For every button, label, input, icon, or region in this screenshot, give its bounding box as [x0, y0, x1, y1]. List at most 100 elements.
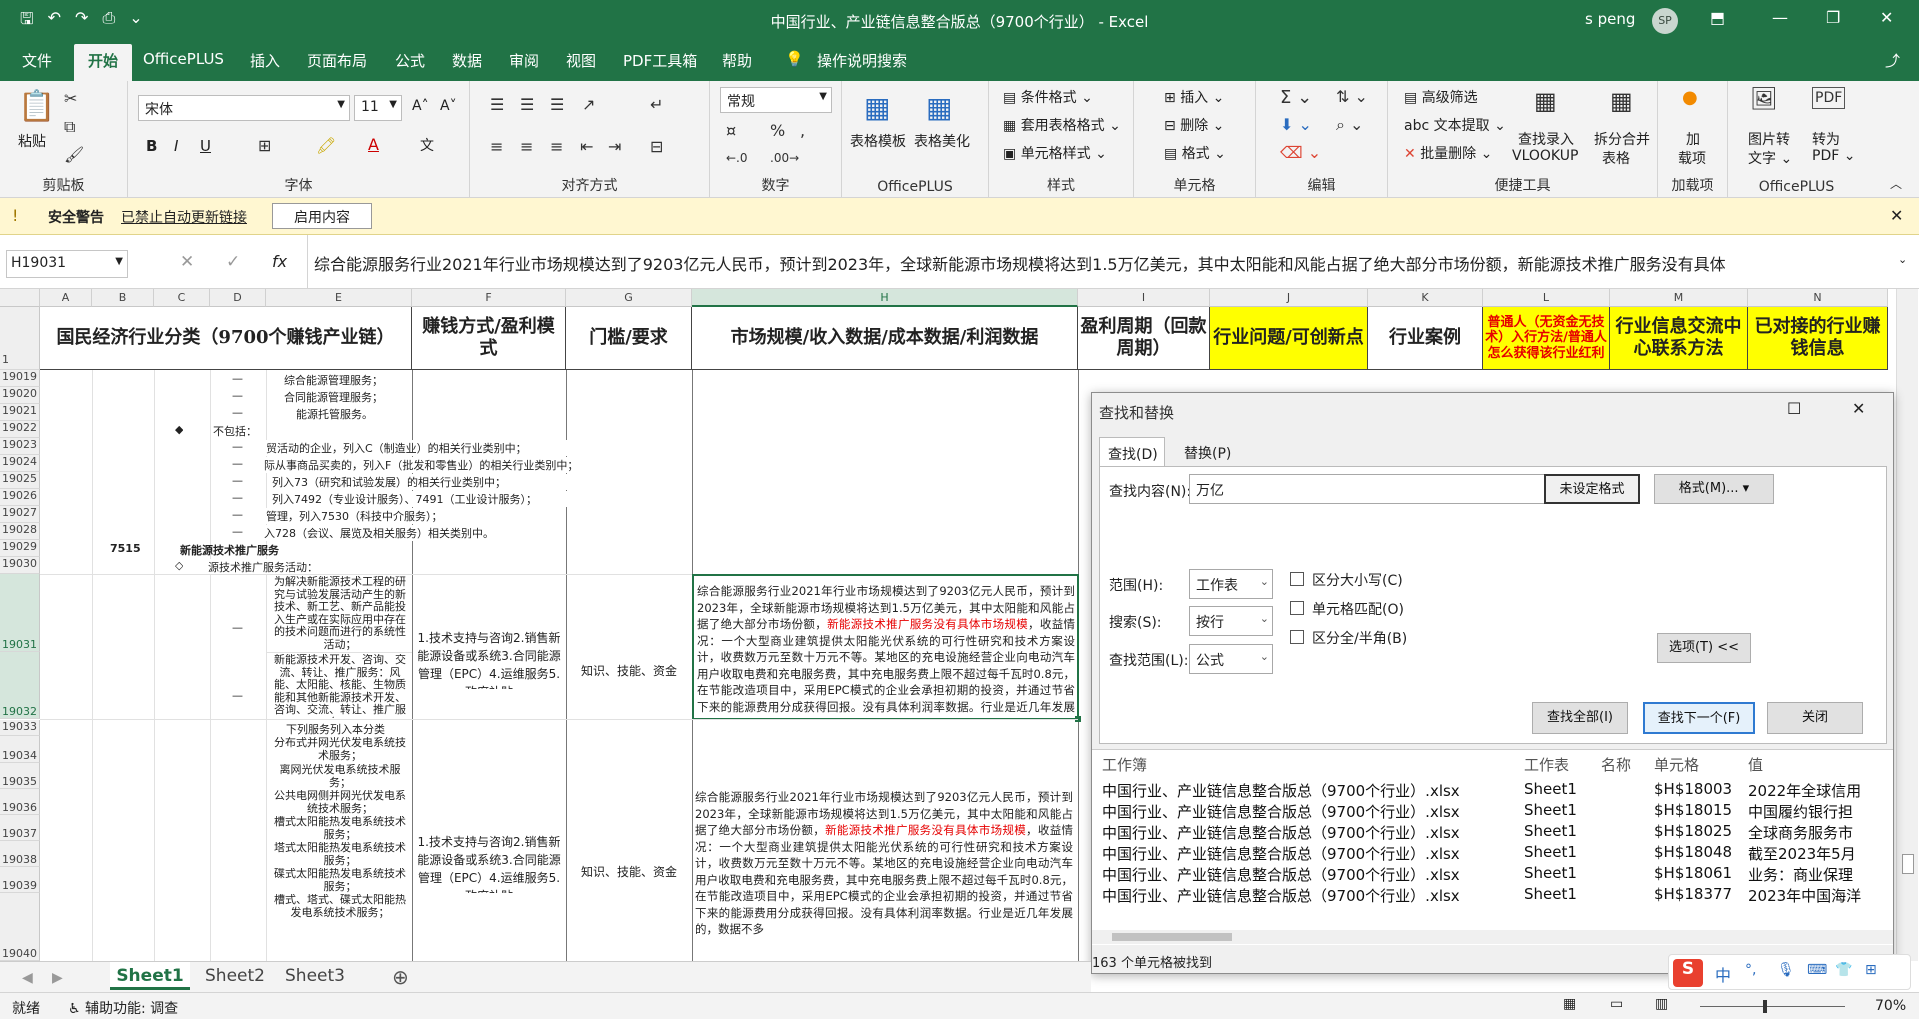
zoom-level[interactable]: 70% [1875, 998, 1906, 1014]
row-header-1[interactable]: 1 [0, 307, 40, 370]
row-header[interactable]: 19024 [0, 455, 40, 472]
sort-filter-icon[interactable]: ⇅ ⌄ [1336, 87, 1368, 106]
increase-indent-icon[interactable]: ⇥ [608, 137, 621, 156]
col-header-d[interactable]: D [210, 289, 266, 307]
close-button[interactable]: 关闭 [1767, 702, 1863, 734]
tab-review[interactable]: 审阅 [509, 50, 539, 71]
batch-delete-button[interactable]: ✕ 批量删除 ⌄ [1404, 143, 1492, 163]
increase-decimal-icon[interactable]: ←.0 [726, 151, 748, 165]
cell-dash[interactable]: — [232, 508, 243, 521]
to-pdf-label2[interactable]: PDF ⌄ [1812, 148, 1855, 164]
currency-icon[interactable]: ¤ [726, 121, 736, 140]
find-select-icon[interactable]: ⌕ ⌄ [1336, 115, 1363, 135]
find-all-button[interactable]: 查找全部(I) [1532, 702, 1628, 734]
skin-icon[interactable]: 👕 [1835, 962, 1852, 978]
table-beautify-button[interactable]: 表格美化 [914, 131, 970, 151]
align-right-icon[interactable]: ≡ [550, 137, 563, 156]
number-format-select[interactable]: 常规 ▼ [720, 87, 832, 113]
cell-text[interactable]: 槽式太阳能热发电系统技术服务； [270, 816, 410, 841]
col-cell[interactable]: 单元格 [1654, 754, 1699, 775]
insert-cells-button[interactable]: ⊞ 插入 ⌄ [1164, 87, 1224, 107]
list-item[interactable]: 中国行业、产业链信息整合版总（9700个行业）.xlsx Sheet1 $H$183… [1092, 881, 1893, 907]
add-sheet-icon[interactable]: ⊕ [392, 965, 409, 989]
row-header[interactable]: 19032 [0, 652, 40, 719]
normal-view-icon[interactable]: ▦ [1563, 996, 1576, 1012]
enable-content-button[interactable]: 启用内容 [272, 203, 372, 229]
row-header[interactable]: 19036 [0, 789, 40, 815]
row-header[interactable]: 19033 [0, 720, 40, 736]
tab-pdf-tools[interactable]: PDF工具箱 [623, 50, 697, 71]
conditional-format-button[interactable]: ▤ 条件格式 ⌄ [1003, 87, 1093, 107]
row-header[interactable]: 19019 [0, 370, 40, 387]
row-header[interactable]: 19040 [0, 893, 40, 961]
collapse-ribbon-icon[interactable]: ︿ [1890, 175, 1902, 192]
tab-replace[interactable]: 替换(P) [1184, 443, 1231, 463]
ribbon-display-icon[interactable]: ⬒ [1710, 8, 1725, 27]
pdf-icon[interactable]: PDF [1812, 87, 1846, 109]
addin-icon[interactable]: ● [1682, 87, 1698, 108]
dialog-close-icon[interactable]: ✕ [1852, 399, 1865, 418]
save-icon[interactable]: 🖫 [20, 8, 34, 35]
cell-code[interactable]: 7515 [110, 542, 141, 555]
table-template-icon[interactable]: ▦ [864, 91, 890, 124]
row-header[interactable]: 19023 [0, 438, 40, 455]
scope-select[interactable]: 工作表 ⌄ [1189, 569, 1273, 599]
row-header[interactable]: 19028 [0, 523, 40, 540]
copy-icon[interactable]: ⧉ [64, 117, 75, 137]
keyboard-icon[interactable]: ⌨ [1807, 962, 1827, 978]
avatar[interactable]: SP [1652, 8, 1678, 34]
vlookup-label2[interactable]: VLOOKUP [1512, 148, 1578, 164]
options-button[interactable]: 选项(T) << [1657, 633, 1751, 663]
decrease-decimal-icon[interactable]: .00→ [770, 151, 799, 165]
cell-text[interactable]: 列入7492（专业设计服务）、7491（工业设计服务）； [272, 491, 592, 507]
split-merge-icon[interactable]: ▦ [1610, 87, 1633, 115]
row-header[interactable]: 19039 [0, 867, 40, 893]
ime-mode[interactable]: 中 [1715, 962, 1731, 986]
confirm-icon[interactable]: ✓ [226, 252, 240, 272]
orientation-icon[interactable]: ↗ [582, 95, 595, 114]
row-header[interactable]: 19038 [0, 841, 40, 867]
cell-text[interactable]: 新能源技术推广服务 [180, 542, 279, 558]
fill-color-icon[interactable]: 🖍 [316, 136, 336, 155]
row-header[interactable]: 19030 [0, 557, 40, 574]
cell-text[interactable]: 贸活动的企业，列入C（制造业）的相关行业类别中； [266, 440, 586, 456]
header-profit-model[interactable]: 赚钱方式/盈利模式 [412, 307, 566, 370]
match-cell-checkbox[interactable] [1290, 601, 1304, 615]
align-middle-icon[interactable]: ☰ [520, 95, 534, 114]
font-color-icon[interactable]: A [368, 135, 379, 154]
find-what-input[interactable]: 万亿⌄ [1189, 474, 1597, 504]
col-header-i[interactable]: I [1078, 289, 1210, 307]
advanced-filter-button[interactable]: ▤ 高级筛选 [1404, 87, 1478, 107]
header-connected-info[interactable]: 已对接的行业赚钱信息 [1748, 307, 1888, 370]
look-in-select[interactable]: 公式 ⌄ [1189, 644, 1273, 674]
header-contact[interactable]: 行业信息交流中心联系方法 [1610, 307, 1748, 370]
col-header-k[interactable]: K [1368, 289, 1483, 307]
tab-sheet3[interactable]: Sheet3 [280, 962, 350, 990]
cell-dash[interactable]: — [232, 440, 243, 453]
tell-me-search[interactable]: 操作说明搜索 [817, 50, 907, 71]
to-pdf-label1[interactable]: 转为 [1812, 129, 1840, 149]
text-extract-button[interactable]: abc 文本提取 ⌄ [1404, 115, 1506, 135]
close-icon[interactable]: ✕ [1880, 8, 1893, 27]
cell-profit-model[interactable]: 1.技术支持与咨询2.销售新能源设备或系统3.合同能源管理（EPC）4.运维服务… [414, 629, 564, 689]
vlookup-icon[interactable]: ▦ [1534, 87, 1557, 115]
tab-view[interactable]: 视图 [566, 50, 596, 71]
col-value[interactable]: 值 [1748, 754, 1763, 775]
format-as-table-button[interactable]: ▦ 套用表格格式 ⌄ [1003, 115, 1121, 135]
name-box[interactable]: H19031 ▼ [6, 250, 128, 278]
undo-icon[interactable]: ↶ [48, 8, 61, 35]
row-header[interactable]: 19027 [0, 506, 40, 523]
phonetic-button[interactable]: 文 [420, 135, 434, 155]
decrease-indent-icon[interactable]: ⇤ [580, 137, 593, 156]
bold-button[interactable]: B [146, 137, 157, 155]
col-header-c[interactable]: C [154, 289, 210, 307]
maximize-icon[interactable]: ❐ [1826, 8, 1840, 27]
col-header-n[interactable]: N [1748, 289, 1888, 307]
vlookup-label1[interactable]: 查找录入 [1518, 129, 1574, 149]
row-header[interactable]: 19031 [0, 574, 40, 652]
cell-text[interactable]: 际从事商品买卖的，列入F（批发和零售业）的相关行业类别中； [264, 457, 624, 473]
cell-text[interactable]: 入728（会议、展览及相关服务）相关类别中。 [264, 525, 554, 541]
autosum-icon[interactable]: Σ ⌄ [1280, 87, 1312, 108]
cell-styles-button[interactable]: ▣ 单元格样式 ⌄ [1003, 143, 1107, 163]
vertical-scrollbar[interactable] [1896, 289, 1918, 961]
